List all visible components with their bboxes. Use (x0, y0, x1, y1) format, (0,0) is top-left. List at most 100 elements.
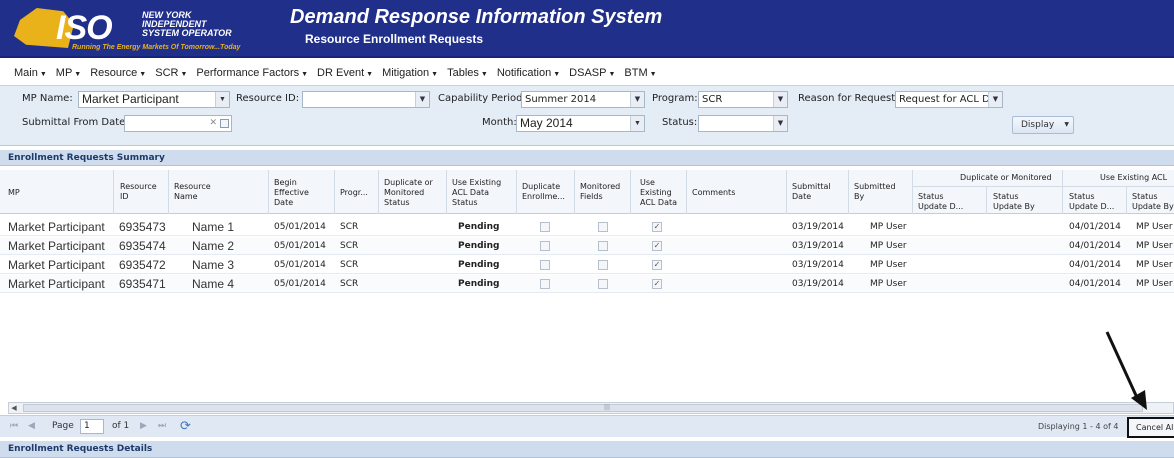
col-program[interactable]: Progr... (340, 188, 368, 198)
next-page-icon[interactable]: ▶ (140, 421, 147, 431)
cell-acl-update-date: 04/01/2014 (1069, 279, 1121, 289)
use-existing-acl-checkbox[interactable]: ✓ (652, 279, 662, 289)
annotation-arrow-icon (1105, 331, 1147, 410)
col-mp[interactable]: MP (8, 188, 20, 198)
col-use-acl-status[interactable]: Use Existing ACL Data Status (452, 178, 501, 208)
menu-dr-event[interactable]: DR Event ▼ (317, 67, 373, 79)
cell-resource-id: 6935472 (119, 258, 166, 272)
cell-program: SCR (340, 222, 359, 232)
cell-program: SCR (340, 279, 359, 289)
capability-period-select[interactable]: Summer 2014 ▼ (521, 91, 645, 108)
table-row[interactable]: Market Participant 6935472 Name 3 05/01/… (0, 256, 1174, 274)
monitored-fields-checkbox[interactable] (598, 279, 608, 289)
monitored-fields-checkbox[interactable] (598, 241, 608, 251)
use-existing-acl-checkbox[interactable]: ✓ (652, 241, 662, 251)
monitored-fields-checkbox[interactable] (598, 222, 608, 232)
menu-mitigation[interactable]: Mitigation ▼ (382, 67, 438, 79)
cell-acl-update-date: 04/01/2014 (1069, 241, 1121, 251)
col-use-existing-acl[interactable]: Use Existing ACL Data (640, 178, 677, 208)
cell-resource-id: 6935473 (119, 220, 166, 234)
menu-resource[interactable]: Resource ▼ (90, 67, 146, 79)
table-row[interactable]: Market Participant 6935474 Name 2 05/01/… (0, 237, 1174, 255)
menu-main[interactable]: Main ▼ (14, 67, 47, 79)
mp-name-select[interactable]: Market Participant ▼ (78, 91, 230, 108)
program-select[interactable]: SCR ▼ (698, 91, 788, 108)
group-header-dup-mon: Duplicate or Monitored (960, 173, 1052, 182)
chevron-down-icon: ▼ (1064, 121, 1069, 128)
duplicate-enrollment-checkbox[interactable] (540, 279, 550, 289)
cell-submittal-date: 03/19/2014 (792, 241, 844, 251)
cell-program: SCR (340, 260, 359, 270)
chevron-down-icon: ▼ (630, 92, 644, 107)
cancel-all-button[interactable]: Cancel Al (1127, 417, 1174, 438)
duplicate-enrollment-checkbox[interactable] (540, 260, 550, 270)
col-resource-name[interactable]: Resource Name (174, 182, 211, 202)
cell-use-acl-status: Pending (458, 222, 500, 232)
page-number-input[interactable]: 1 (80, 419, 104, 434)
scrollbar-thumb[interactable]: ||| (23, 404, 1143, 412)
table-row[interactable]: Market Participant 6935473 Name 1 05/01/… (0, 218, 1174, 236)
cell-acl-update-by: MP User (1136, 241, 1173, 251)
last-page-icon[interactable]: ⏭ (158, 421, 166, 431)
paging-toolbar: ⏮ ◀ Page 1 of 1 ▶ ⏭ ⟳ Displaying 1 - 4 o… (0, 415, 1174, 438)
menu-tables[interactable]: Tables ▼ (447, 67, 488, 79)
status-select[interactable]: ▼ (698, 115, 788, 132)
display-button[interactable]: Display ▼ (1012, 116, 1074, 134)
calendar-icon[interactable] (220, 119, 229, 128)
chevron-down-icon: ▼ (366, 70, 374, 78)
menu-notification[interactable]: Notification ▼ (497, 67, 560, 79)
col-submittal-date[interactable]: Submittal Date (792, 182, 831, 202)
submittal-from-date-field[interactable]: ✕ (124, 115, 232, 132)
menu-scr[interactable]: SCR ▼ (155, 67, 187, 79)
submittal-from-date-label: Submittal From Date: (22, 117, 129, 128)
use-existing-acl-checkbox[interactable]: ✓ (652, 222, 662, 232)
cell-begin-date: 05/01/2014 (274, 222, 326, 232)
menu-dsasp[interactable]: DSASP ▼ (569, 67, 615, 79)
menu-performance-factors[interactable]: Performance Factors ▼ (196, 67, 308, 79)
cell-acl-update-by: MP User (1136, 279, 1173, 289)
col-comments[interactable]: Comments (692, 188, 735, 198)
cell-submitted-by: MP User (870, 260, 907, 270)
col-acl-status-update-by[interactable]: Status Update By (1132, 192, 1174, 212)
scroll-left-icon[interactable]: ◀ (9, 403, 19, 413)
col-monitored-fields[interactable]: Monitored Fields (580, 182, 620, 202)
cell-mp: Market Participant (8, 277, 105, 291)
clear-icon[interactable]: ✕ (209, 116, 217, 131)
use-existing-acl-checkbox[interactable]: ✓ (652, 260, 662, 270)
col-dm-status-update-date[interactable]: Status Update D... (918, 192, 963, 212)
reason-label: Reason for Request: (798, 93, 899, 104)
menu-mp[interactable]: MP ▼ (56, 67, 81, 79)
cell-mp: Market Participant (8, 258, 105, 272)
horizontal-scrollbar[interactable]: ◀ ||| (8, 402, 1174, 414)
col-resource-id[interactable]: Resource ID (120, 182, 157, 202)
cell-submitted-by: MP User (870, 222, 907, 232)
col-submitted-by[interactable]: Submitted By (854, 182, 896, 202)
first-page-icon[interactable]: ⏮ (10, 421, 18, 431)
chevron-down-icon: ▼ (139, 70, 147, 78)
reason-select[interactable]: Request for ACL Da ▼ (895, 91, 1003, 108)
menu-btm[interactable]: BTM ▼ (624, 67, 656, 79)
refresh-icon[interactable]: ⟳ (180, 419, 191, 434)
col-duplicate-enrollment[interactable]: Duplicate Enrollme... (522, 182, 565, 202)
status-label: Status: (662, 117, 698, 128)
displaying-count: Displaying 1 - 4 of 4 (1038, 422, 1119, 431)
summary-section-title: Enrollment Requests Summary (0, 150, 1174, 166)
summary-grid-header: MP Resource ID Resource Name Begin Effectiv… (0, 170, 1174, 214)
cell-acl-update-by: MP User (1136, 222, 1173, 232)
resource-id-select[interactable]: ▼ (302, 91, 430, 108)
chevron-down-icon: ▼ (480, 70, 488, 78)
col-acl-status-update-date[interactable]: Status Update D... (1069, 192, 1114, 212)
duplicate-enrollment-checkbox[interactable] (540, 241, 550, 251)
col-dup-mon-status[interactable]: Duplicate or Monitored Status (384, 178, 433, 208)
col-begin-date[interactable]: Begin Effective Date (274, 178, 309, 208)
chevron-down-icon: ▼ (608, 70, 616, 78)
cell-resource-name: Name 2 (192, 239, 235, 253)
duplicate-enrollment-checkbox[interactable] (540, 222, 550, 232)
page-subtitle: Resource Enrollment Requests (305, 32, 484, 46)
monitored-fields-checkbox[interactable] (598, 260, 608, 270)
col-dm-status-update-by[interactable]: Status Update By (993, 192, 1035, 212)
table-row[interactable]: Market Participant 6935471 Name 4 05/01/… (0, 275, 1174, 293)
month-select[interactable]: May 2014 ▼ (516, 115, 645, 132)
previous-page-icon[interactable]: ◀ (28, 421, 35, 431)
cell-submitted-by: MP User (870, 241, 907, 251)
